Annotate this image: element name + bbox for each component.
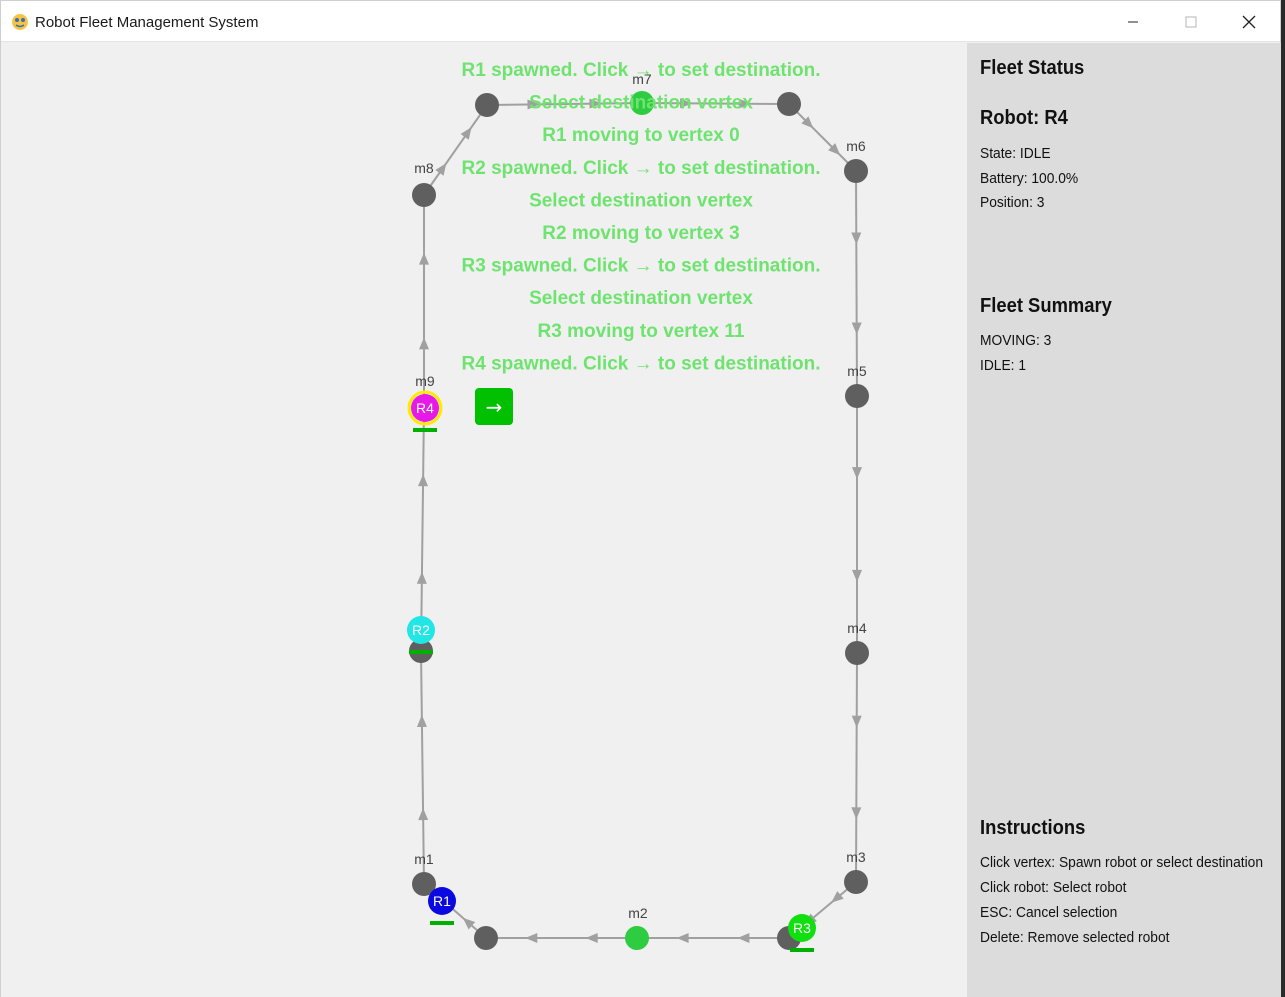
vertex-d[interactable] bbox=[475, 93, 499, 117]
vertex-label-m4: m4 bbox=[847, 620, 867, 636]
robot-r4[interactable]: R4 bbox=[407, 390, 443, 432]
graph-vertices[interactable] bbox=[409, 91, 869, 950]
log-line: Select destination vertex bbox=[529, 190, 753, 211]
vertex-label-m3: m3 bbox=[846, 849, 866, 865]
background-desktop-strip bbox=[1281, 0, 1285, 997]
log-line: R2 spawned. Click → to set destination. bbox=[462, 158, 821, 179]
close-button[interactable] bbox=[1220, 1, 1278, 42]
map-canvas[interactable]: m1 m2 m3 m4 m5 m6 m7 m8 m9 R1 R2 R3 R4 R1 spawned. … bbox=[1, 43, 967, 997]
vertex-m6[interactable] bbox=[844, 159, 868, 183]
edge-arrow-icon bbox=[416, 714, 427, 727]
edge-arrow-icon bbox=[676, 933, 689, 943]
minimize-icon bbox=[1128, 21, 1138, 22]
robot-position: Position: 3 bbox=[980, 194, 1045, 211]
fleet-status-panel: Fleet Status Robot: R4 State: IDLE Batte… bbox=[967, 43, 1281, 997]
vertex-m8[interactable] bbox=[412, 183, 436, 207]
status-log: R1 spawned. Click → to set destination. S… bbox=[462, 60, 821, 374]
robot-label: R2 bbox=[412, 622, 430, 638]
vertex-label-m5: m5 bbox=[847, 363, 867, 379]
log-line: R3 spawned. Click → to set destination. bbox=[462, 256, 821, 277]
edge-arrow-icon bbox=[460, 127, 472, 140]
selected-robot-title: Robot: R4 bbox=[980, 107, 1068, 129]
log-line: R3 moving to vertex 11 bbox=[538, 321, 745, 342]
log-line: R4 spawned. Click → to set destination. bbox=[462, 353, 821, 374]
vertex-m5[interactable] bbox=[845, 384, 869, 408]
maximize-button[interactable] bbox=[1162, 1, 1220, 42]
robot-state: State: IDLE bbox=[980, 145, 1051, 162]
python-snake-icon bbox=[12, 14, 28, 30]
minimize-button[interactable] bbox=[1104, 1, 1162, 42]
log-line: Select destination vertex bbox=[529, 93, 753, 114]
instructions-title: Instructions bbox=[980, 817, 1086, 839]
vertex-m3[interactable] bbox=[844, 870, 868, 894]
edge-arrow-icon bbox=[851, 715, 862, 728]
robot-label: R4 bbox=[416, 400, 434, 416]
edge-arrow-icon bbox=[525, 933, 538, 943]
summary-idle: IDLE: 1 bbox=[980, 357, 1027, 374]
close-icon bbox=[1242, 15, 1256, 28]
edge-arrow-icon bbox=[852, 467, 862, 480]
fleet-summary-title: Fleet Summary bbox=[980, 295, 1112, 317]
graph-edge bbox=[423, 104, 488, 196]
vertex-m4[interactable] bbox=[845, 641, 869, 665]
log-line: R2 moving to vertex 3 bbox=[542, 223, 739, 244]
robot-label: R3 bbox=[793, 920, 811, 936]
battery-bar bbox=[430, 921, 454, 925]
summary-moving: MOVING: 3 bbox=[980, 332, 1052, 349]
edge-arrow-icon bbox=[585, 933, 598, 943]
log-line: Select destination vertex bbox=[529, 288, 753, 309]
graph-edge bbox=[855, 652, 858, 883]
log-line: R1 moving to vertex 0 bbox=[542, 125, 739, 146]
edge-arrow-icon bbox=[851, 232, 862, 245]
edge-arrow-icon bbox=[416, 571, 427, 584]
edge-arrow-icon bbox=[419, 337, 429, 350]
robot-label: R1 bbox=[433, 893, 451, 909]
vertex-c[interactable] bbox=[777, 92, 801, 116]
maximize-icon bbox=[1185, 16, 1197, 27]
edge-arrow-icon bbox=[851, 807, 862, 820]
instruction-line: Delete: Remove selected robot bbox=[980, 929, 1170, 946]
title-bar: Robot Fleet Management System bbox=[1, 1, 1280, 42]
app-window: Robot Fleet Management System m1 m2 m3 m4 m5… bbox=[0, 0, 1281, 997]
edge-arrow-icon bbox=[851, 322, 862, 335]
edge-arrow-icon bbox=[418, 808, 429, 821]
edge-arrow-icon bbox=[852, 569, 862, 582]
edge-arrow-icon bbox=[419, 252, 429, 265]
edge-arrow-icon bbox=[435, 163, 447, 176]
vertex-label-m6: m6 bbox=[846, 138, 866, 154]
battery-bar bbox=[413, 428, 437, 432]
robot-battery: Battery: 100.0% bbox=[980, 170, 1079, 187]
battery-bar bbox=[409, 650, 433, 654]
vertex-label-m1: m1 bbox=[414, 851, 434, 867]
fleet-status-title: Fleet Status bbox=[980, 57, 1085, 79]
instruction-line: ESC: Cancel selection bbox=[980, 904, 1118, 921]
window-title: Robot Fleet Management System bbox=[35, 14, 259, 31]
edge-arrow-icon bbox=[418, 474, 429, 487]
battery-bar bbox=[790, 948, 814, 952]
vertex-a[interactable] bbox=[474, 926, 498, 950]
graph-edge bbox=[420, 406, 425, 652]
graph-edge bbox=[420, 650, 425, 885]
robot-r1[interactable]: R1 bbox=[428, 887, 456, 925]
vertex-label-m8: m8 bbox=[414, 160, 434, 176]
instruction-line: Click vertex: Spawn robot or select dest… bbox=[980, 854, 1264, 871]
fleet-graph[interactable]: m1m2m3m4m5m6m7m8m9 R1R2R3R4 R1 spawned. … bbox=[1, 43, 967, 997]
vertex-label-m2: m2 bbox=[628, 905, 648, 921]
confirm-destination-button[interactable]: → bbox=[475, 388, 513, 425]
instruction-line: Click robot: Select robot bbox=[980, 879, 1127, 896]
vertex-m2[interactable] bbox=[625, 926, 649, 950]
confirm-arrow-label: → bbox=[486, 395, 503, 419]
vertex-label-m9: m9 bbox=[415, 373, 435, 389]
edge-arrow-icon bbox=[737, 933, 750, 943]
robots-layer[interactable]: R1 R2 R3 R4 bbox=[407, 390, 816, 952]
log-line: R1 spawned. Click → to set destination. bbox=[462, 60, 821, 81]
